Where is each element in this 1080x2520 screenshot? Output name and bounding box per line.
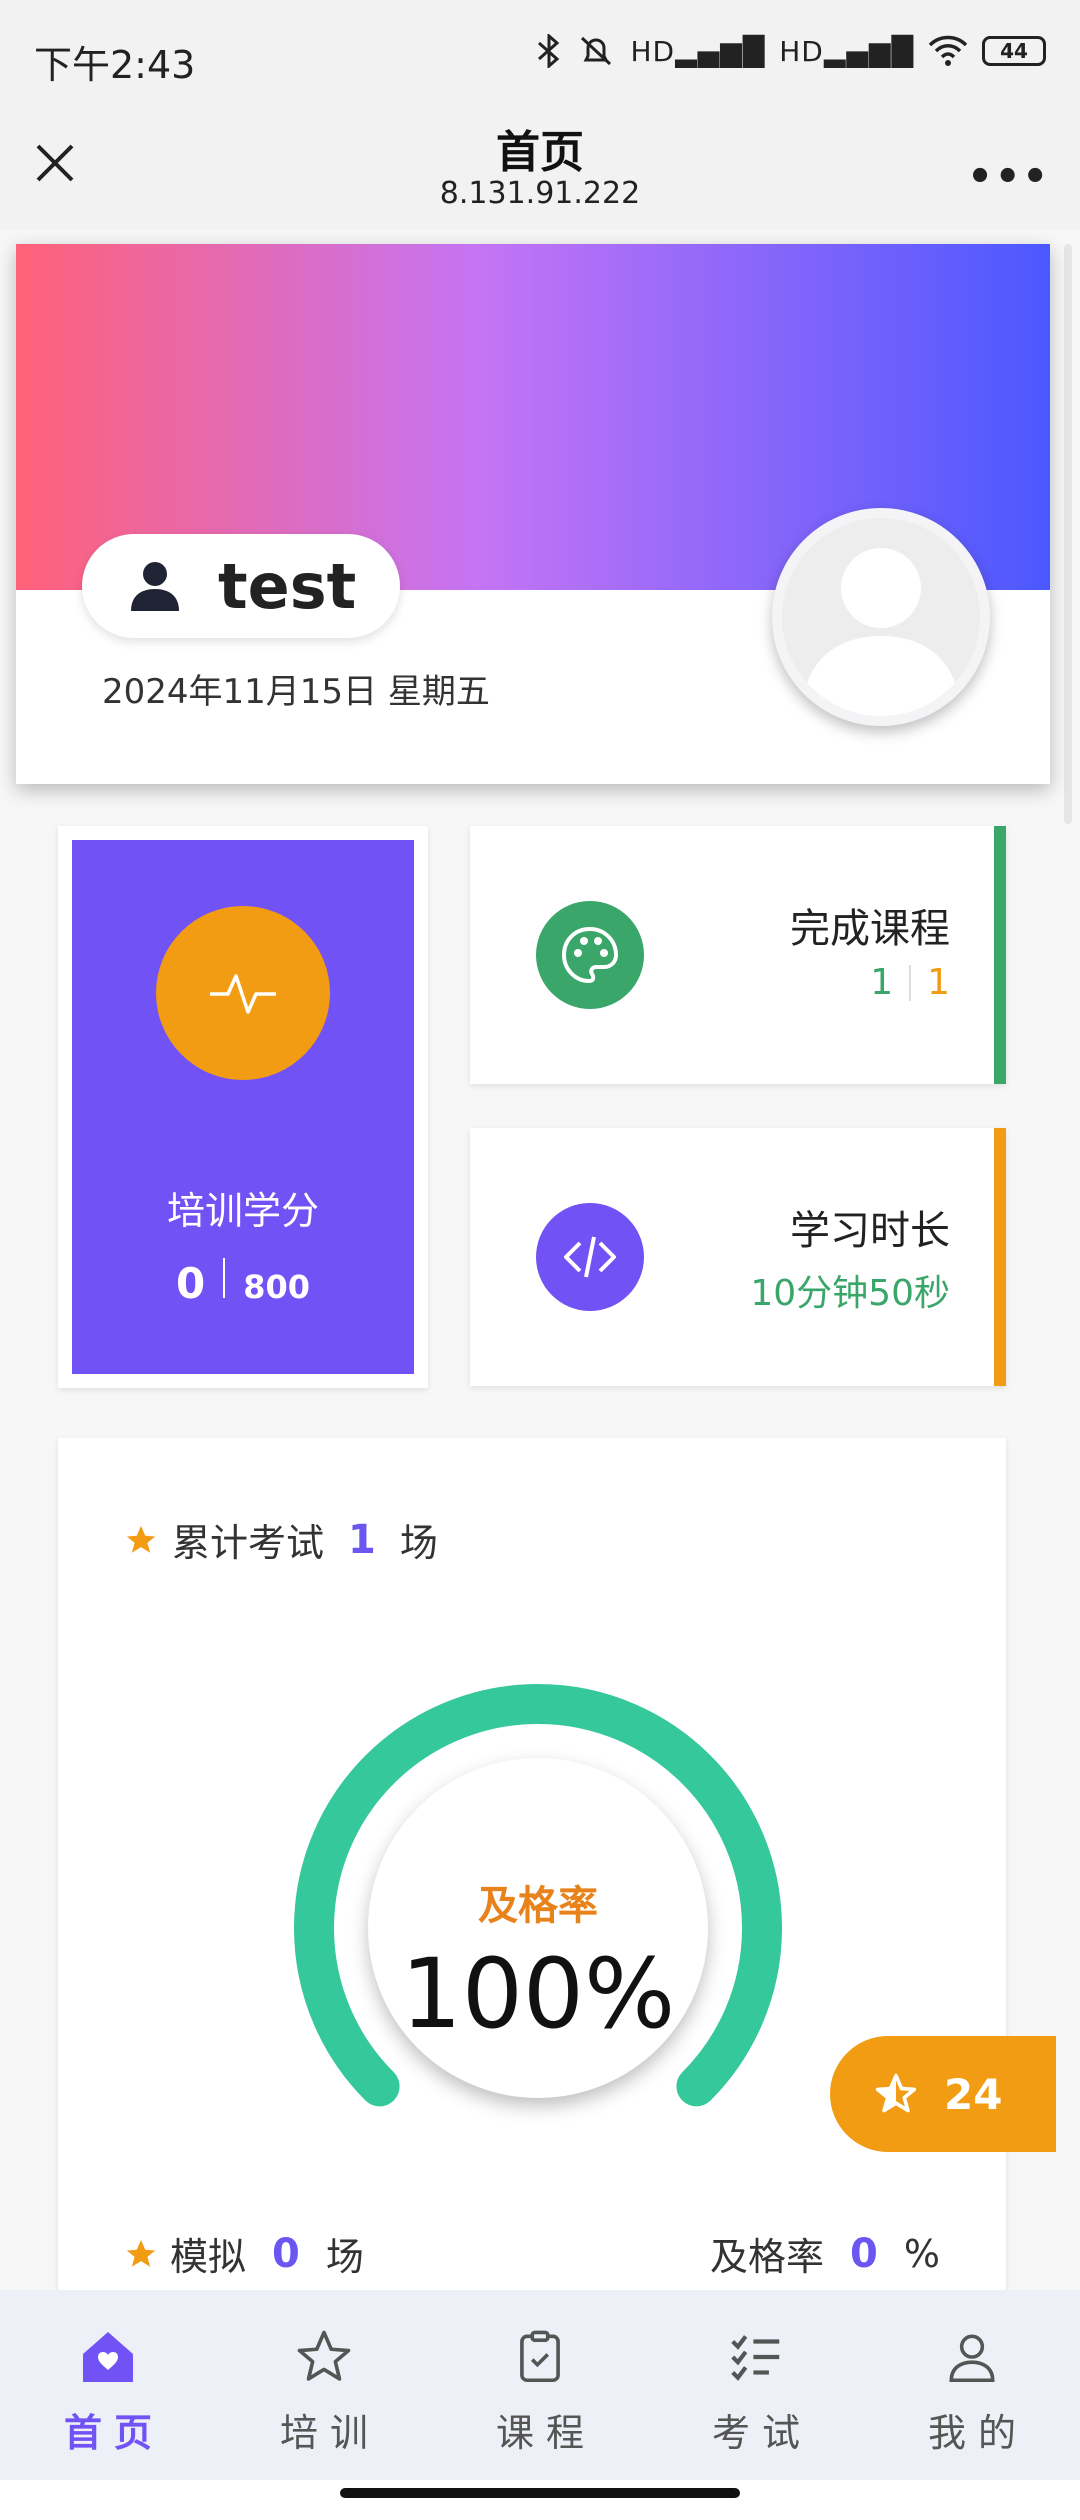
nav-label: 考试 <box>711 2411 812 2455</box>
credit-total: 800 <box>243 1268 311 1306</box>
course-total: 1 <box>927 962 950 1003</box>
star-icon <box>297 2330 351 2381</box>
status-bar: 下午2:43 HD▂▄▆█ HD▂▄▆█ 44 <box>0 0 1080 110</box>
person-icon <box>949 2334 995 2383</box>
nav-label: 首页 <box>63 2411 164 2455</box>
page-title: 首页 <box>496 127 584 178</box>
credit-label: 培训学分 <box>166 1189 319 1233</box>
signal-icon: HD▂▄▆█ <box>779 34 914 68</box>
mute-icon <box>581 36 612 66</box>
mock-rate: 0 <box>850 2230 878 2277</box>
home-indicator[interactable] <box>340 2488 740 2498</box>
accent-bar <box>994 1128 1006 1386</box>
user-name: test <box>218 549 357 623</box>
credit-values: 0 800 <box>72 1258 414 1308</box>
nav-home[interactable]: 首页 <box>0 2290 216 2480</box>
exam-summary: 累计考试 1 场 <box>124 1512 438 1567</box>
study-time-card[interactable]: 学习时长 10分钟50秒 <box>470 1128 1006 1386</box>
mock-rate-unit: % <box>903 2231 940 2276</box>
exam-card: 累计考试 1 场 及格率 100% 模拟 0 场 及格率 0 % <box>58 1438 1006 2290</box>
profile-card: test 2024年11月15日 星期五 <box>16 244 1050 784</box>
course-completed: 1 <box>870 962 894 1003</box>
mock-count: 0 <box>272 2230 300 2277</box>
credit-card[interactable]: 培训学分 0 800 <box>58 826 428 1388</box>
code-icon <box>536 1203 644 1311</box>
gauge-label: 及格率 <box>478 1883 598 1929</box>
nav-courses[interactable]: 课程 <box>432 2290 648 2480</box>
palette-icon <box>536 901 644 1009</box>
mock-unit: 场 <box>325 2235 364 2279</box>
course-values: 1 1 <box>870 962 950 1003</box>
nav-label: 课程 <box>495 2411 596 2455</box>
points-value: 24 <box>944 2069 1003 2119</box>
battery-icon: 44 <box>982 36 1046 66</box>
more-icon[interactable]: ••• <box>967 154 1050 200</box>
avatar[interactable] <box>772 508 990 726</box>
status-time: 下午2:43 <box>34 43 196 87</box>
study-time-value: 10分钟50秒 <box>750 1273 950 1314</box>
nav-label: 培训 <box>279 2411 380 2455</box>
page-url: 8.131.91.222 <box>439 176 641 211</box>
nav-training[interactable]: 培训 <box>216 2290 432 2480</box>
wifi-icon <box>928 35 968 66</box>
status-icons: HD▂▄▆█ HD▂▄▆█ 44 <box>536 34 1046 68</box>
activity-icon <box>156 906 330 1080</box>
credit-value: 0 <box>175 1259 206 1308</box>
divider <box>223 1258 226 1298</box>
gauge-value: 100% <box>400 1938 676 2050</box>
nav-profile[interactable]: 我的 <box>864 2290 1080 2480</box>
nav-exams[interactable]: 考试 <box>648 2290 864 2480</box>
mock-label: 模拟 <box>170 2235 247 2279</box>
user-icon <box>131 562 179 611</box>
mock-exam-count: 模拟 0 场 <box>124 2226 364 2281</box>
exam-count-unit: 场 <box>399 1521 438 1565</box>
credit-panel: 培训学分 0 800 <box>72 840 414 1374</box>
bottom-nav: 首页 培训 课程 考试 我的 <box>0 2290 1080 2480</box>
course-label: 完成课程 <box>790 906 950 952</box>
mock-rate-label: 及格率 <box>710 2235 825 2279</box>
clipboard-icon <box>520 2330 560 2383</box>
signal-icon: HD▂▄▆█ <box>630 34 766 68</box>
accent-bar <box>994 826 1006 1084</box>
scrollbar[interactable] <box>1064 244 1072 824</box>
checklist-icon <box>731 2335 780 2381</box>
mock-pass-rate: 及格率 0 % <box>710 2226 940 2281</box>
title-bar: 首页 8.131.91.222 ••• <box>0 110 1080 230</box>
main-content[interactable]: test 2024年11月15日 星期五 培训学分 0 800 完成课程 1 1… <box>0 230 1080 2290</box>
course-card[interactable]: 完成课程 1 1 <box>470 826 1006 1084</box>
current-date: 2024年11月15日 星期五 <box>102 672 490 712</box>
floating-points-button[interactable]: 24 <box>830 2036 1056 2152</box>
star-icon <box>126 2239 156 2267</box>
divider <box>909 964 912 1001</box>
home-icon <box>83 2332 133 2382</box>
nav-label: 我的 <box>927 2411 1028 2455</box>
user-name-pill: test <box>82 534 401 638</box>
star-half-icon <box>875 2073 917 2113</box>
exam-count: 1 <box>348 1516 376 1563</box>
star-icon <box>126 1525 156 1553</box>
exam-count-label: 累计考试 <box>172 1521 325 1565</box>
bluetooth-icon <box>538 34 560 68</box>
study-time-label: 学习时长 <box>790 1208 950 1254</box>
